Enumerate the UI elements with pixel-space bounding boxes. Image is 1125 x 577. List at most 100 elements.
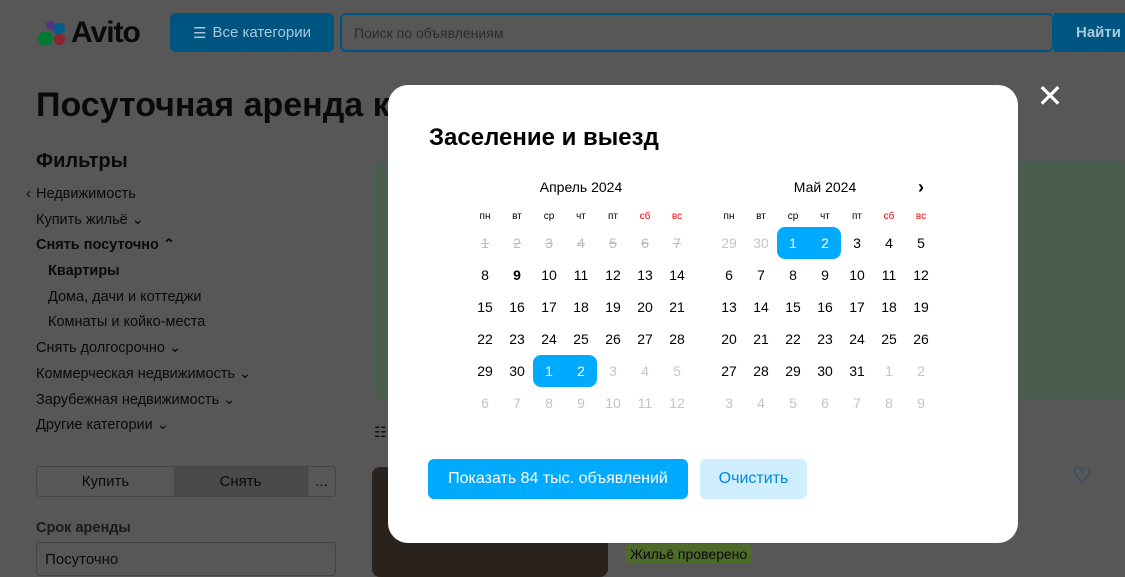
calendar-day[interactable]: 16 bbox=[501, 291, 533, 323]
segment-rent[interactable]: Снять bbox=[174, 467, 307, 496]
calendar-day[interactable]: 29 bbox=[713, 227, 745, 259]
calendar-day[interactable]: 2 bbox=[565, 355, 597, 387]
calendar-day[interactable]: 22 bbox=[469, 323, 501, 355]
calendar-day[interactable]: 11 bbox=[565, 259, 597, 291]
calendar-day[interactable]: 23 bbox=[501, 323, 533, 355]
calendar-day[interactable]: 6 bbox=[713, 259, 745, 291]
rent-term-select[interactable]: Посуточно bbox=[36, 542, 336, 576]
calendar-day[interactable]: 2 bbox=[905, 355, 937, 387]
calendar-day[interactable]: 3 bbox=[597, 355, 629, 387]
calendar-day[interactable]: 28 bbox=[661, 323, 693, 355]
calendar-day[interactable]: 5 bbox=[777, 387, 809, 419]
calendar-day[interactable]: 6 bbox=[809, 387, 841, 419]
nav-item[interactable]: Комнаты и койко-места bbox=[36, 313, 251, 339]
calendar-day[interactable]: 11 bbox=[629, 387, 661, 419]
avito-logo[interactable]: Avito bbox=[36, 16, 141, 50]
calendar-day[interactable]: 12 bbox=[661, 387, 693, 419]
nav-item[interactable]: Другие категории ⌄ bbox=[36, 416, 251, 442]
nav-item[interactable]: Дома, дачи и коттеджи bbox=[36, 288, 251, 314]
calendar-day[interactable]: 12 bbox=[597, 259, 629, 291]
calendar-day[interactable]: 7 bbox=[745, 259, 777, 291]
calendar-day[interactable]: 18 bbox=[565, 291, 597, 323]
calendar-day[interactable]: 11 bbox=[873, 259, 905, 291]
calendar-day[interactable]: 13 bbox=[713, 291, 745, 323]
calendar-day[interactable]: 15 bbox=[777, 291, 809, 323]
calendar-day[interactable]: 18 bbox=[873, 291, 905, 323]
find-button[interactable]: Найти bbox=[1054, 13, 1125, 52]
nav-item[interactable]: Снять долгосрочно ⌄ bbox=[36, 339, 251, 365]
calendar-day[interactable]: 15 bbox=[469, 291, 501, 323]
calendar-day[interactable]: 13 bbox=[629, 259, 661, 291]
calendar-day[interactable]: 24 bbox=[841, 323, 873, 355]
calendar-day[interactable]: 31 bbox=[841, 355, 873, 387]
calendar-day[interactable]: 29 bbox=[777, 355, 809, 387]
calendar-day[interactable]: 29 bbox=[469, 355, 501, 387]
search-input[interactable]: Поиск по объявлениям bbox=[340, 13, 1054, 52]
calendar-day[interactable]: 5 bbox=[661, 355, 693, 387]
calendar-day[interactable]: 26 bbox=[597, 323, 629, 355]
calendar-day[interactable]: 3 bbox=[841, 227, 873, 259]
calendar-day[interactable]: 30 bbox=[501, 355, 533, 387]
calendar-day[interactable]: 21 bbox=[745, 323, 777, 355]
nav-item[interactable]: Снять посуточно ⌃ bbox=[36, 236, 251, 262]
calendar-day[interactable]: 30 bbox=[745, 227, 777, 259]
segment-buy[interactable]: Купить bbox=[37, 467, 174, 496]
calendar-day[interactable]: 20 bbox=[713, 323, 745, 355]
calendar-day[interactable]: 21 bbox=[661, 291, 693, 323]
calendar-day[interactable]: 14 bbox=[745, 291, 777, 323]
calendar-day[interactable]: 3 bbox=[713, 387, 745, 419]
calendar-day[interactable]: 1 bbox=[533, 355, 565, 387]
calendar-day[interactable]: 10 bbox=[841, 259, 873, 291]
calendar-day[interactable]: 8 bbox=[873, 387, 905, 419]
nav-item[interactable]: Коммерческая недвижимость ⌄ bbox=[36, 365, 251, 391]
calendar-day[interactable]: 9 bbox=[809, 259, 841, 291]
calendar-day[interactable]: 8 bbox=[533, 387, 565, 419]
calendar-day[interactable]: 26 bbox=[905, 323, 937, 355]
calendar-day[interactable]: 22 bbox=[777, 323, 809, 355]
nav-item[interactable]: Квартиры bbox=[36, 262, 251, 288]
calendar-day[interactable]: 14 bbox=[661, 259, 693, 291]
nav-item[interactable]: ‹ Недвижимость bbox=[26, 185, 251, 211]
calendar-day[interactable]: 2 bbox=[809, 227, 841, 259]
list-view-icon[interactable]: ☷ bbox=[374, 424, 387, 441]
calendar-day[interactable]: 23 bbox=[809, 323, 841, 355]
calendar-day[interactable]: 1 bbox=[873, 355, 905, 387]
nav-item[interactable]: Купить жильё ⌄ bbox=[36, 211, 251, 237]
calendar-day[interactable]: 25 bbox=[873, 323, 905, 355]
calendar-day[interactable]: 5 bbox=[905, 227, 937, 259]
calendar-day[interactable]: 28 bbox=[745, 355, 777, 387]
calendar-day[interactable]: 25 bbox=[565, 323, 597, 355]
segment-more[interactable]: ... bbox=[307, 467, 335, 496]
calendar-day[interactable]: 4 bbox=[873, 227, 905, 259]
calendar-day[interactable]: 4 bbox=[629, 355, 661, 387]
clear-button[interactable]: Очистить bbox=[700, 459, 807, 499]
favorite-heart-icon[interactable]: ♡ bbox=[1072, 463, 1092, 489]
calendar-day[interactable]: 27 bbox=[713, 355, 745, 387]
calendar-day[interactable]: 17 bbox=[533, 291, 565, 323]
calendar-day[interactable]: 1 bbox=[777, 227, 809, 259]
calendar-day[interactable]: 9 bbox=[501, 259, 533, 291]
calendar-day[interactable]: 16 bbox=[809, 291, 841, 323]
calendar-day[interactable]: 24 bbox=[533, 323, 565, 355]
show-results-button[interactable]: Показать 84 тыс. объявлений bbox=[428, 459, 688, 499]
calendar-day[interactable]: 4 bbox=[745, 387, 777, 419]
calendar-day[interactable]: 10 bbox=[533, 259, 565, 291]
calendar-day[interactable]: 19 bbox=[597, 291, 629, 323]
calendar-day[interactable]: 8 bbox=[469, 259, 501, 291]
calendar-day[interactable]: 17 bbox=[841, 291, 873, 323]
calendar-day[interactable]: 7 bbox=[841, 387, 873, 419]
calendar-day[interactable]: 30 bbox=[809, 355, 841, 387]
calendar-day[interactable]: 20 bbox=[629, 291, 661, 323]
calendar-day[interactable]: 8 bbox=[777, 259, 809, 291]
calendar-day[interactable]: 27 bbox=[629, 323, 661, 355]
calendar-day[interactable]: 10 bbox=[597, 387, 629, 419]
all-categories-button[interactable]: ☰ Все категории bbox=[170, 13, 334, 52]
nav-item[interactable]: Зарубежная недвижимость ⌄ bbox=[36, 391, 251, 417]
calendar-day[interactable]: 7 bbox=[501, 387, 533, 419]
calendar-day[interactable]: 9 bbox=[565, 387, 597, 419]
next-month-chevron-icon[interactable]: › bbox=[918, 177, 924, 198]
calendar-day[interactable]: 12 bbox=[905, 259, 937, 291]
calendar-day[interactable]: 19 bbox=[905, 291, 937, 323]
calendar-day[interactable]: 6 bbox=[469, 387, 501, 419]
close-icon[interactable]: ✕ bbox=[1036, 80, 1064, 112]
